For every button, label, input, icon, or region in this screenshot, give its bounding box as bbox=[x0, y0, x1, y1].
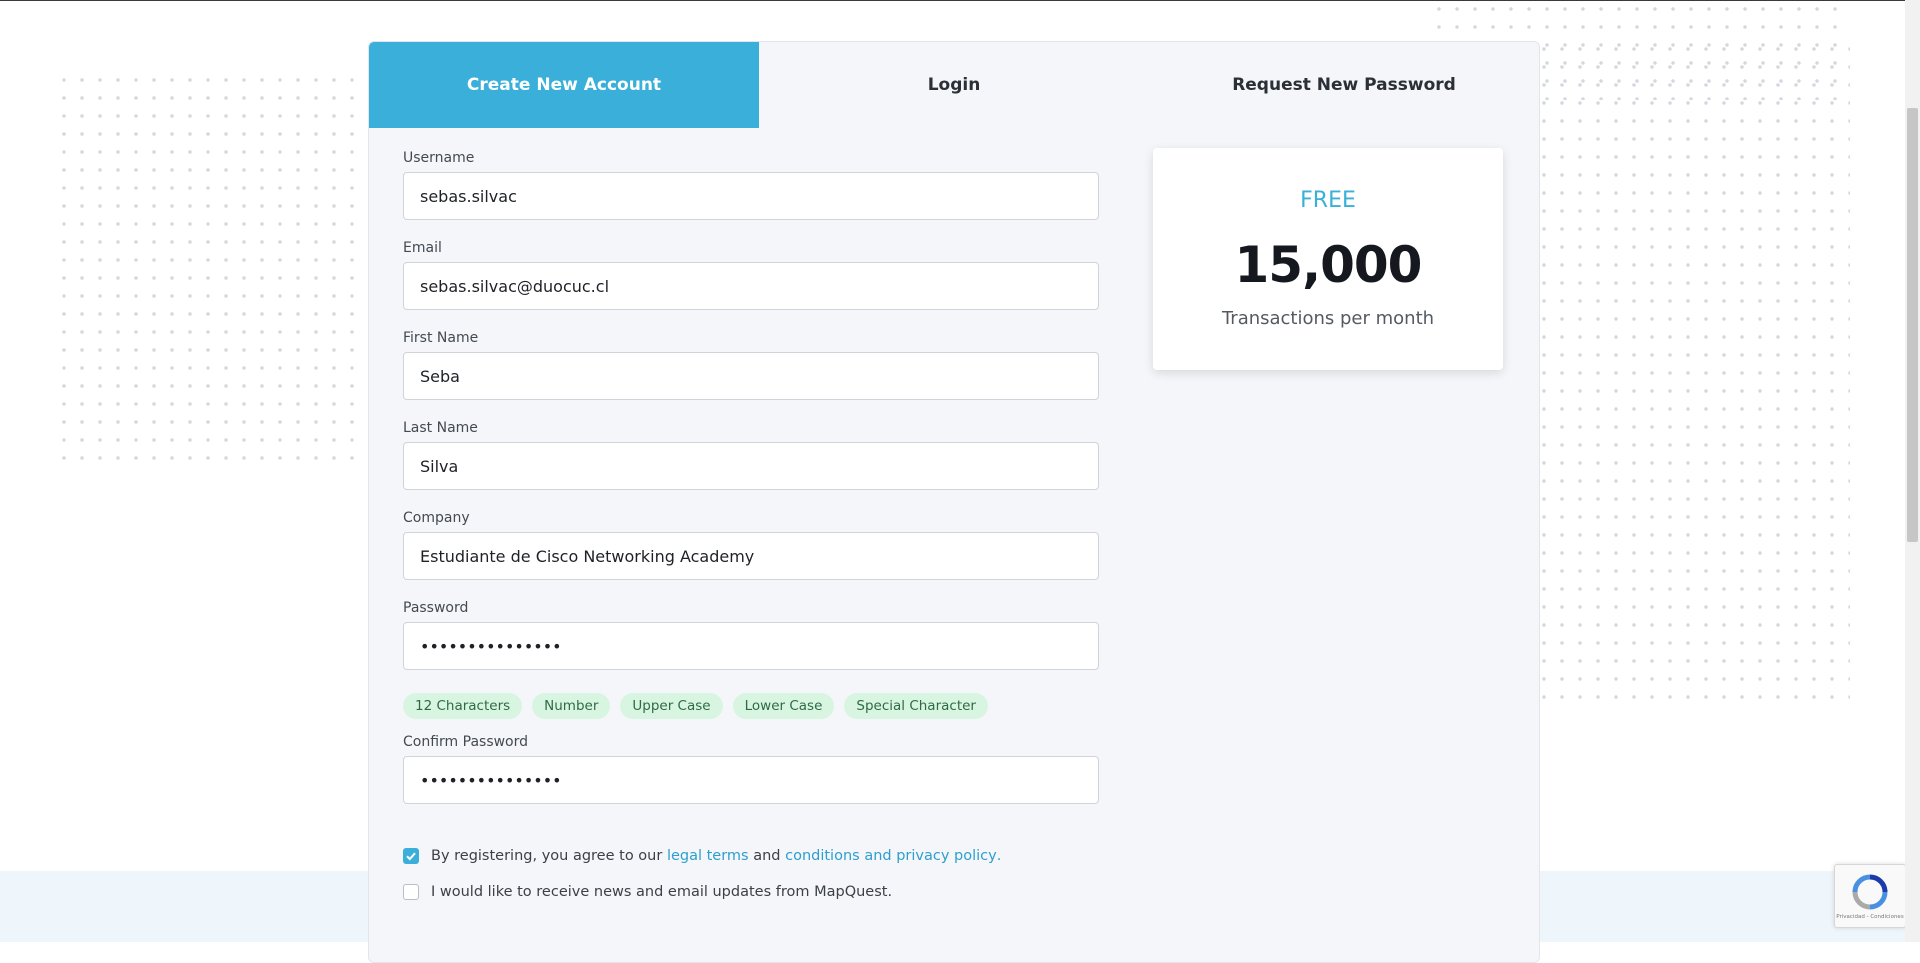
username-input[interactable] bbox=[403, 172, 1099, 220]
dot-pattern-right bbox=[1535, 40, 1850, 705]
tab-create-new-account[interactable]: Create New Account bbox=[369, 42, 759, 128]
first-name-label: First Name bbox=[403, 330, 479, 346]
company-input[interactable] bbox=[403, 532, 1099, 580]
newsletter-checkbox[interactable] bbox=[403, 884, 419, 900]
terms-checkbox[interactable] bbox=[403, 848, 419, 864]
checkmark-icon bbox=[406, 852, 416, 861]
recaptcha-badge[interactable]: Privacidad - Condiciones bbox=[1834, 864, 1906, 928]
company-label: Company bbox=[403, 510, 470, 526]
last-name-label: Last Name bbox=[403, 420, 478, 436]
confirm-password-label: Confirm Password bbox=[403, 734, 529, 750]
newsletter-row: I would like to receive news and email u… bbox=[403, 884, 892, 900]
first-name-input[interactable] bbox=[403, 352, 1099, 400]
account-tabs: Create New Account Login Request New Pas… bbox=[369, 42, 1539, 128]
legal-terms-link[interactable]: legal terms bbox=[667, 848, 749, 864]
terms-row: By registering, you agree to our legal t… bbox=[403, 848, 1001, 864]
recaptcha-icon bbox=[1852, 874, 1888, 910]
requirement-12-characters: 12 Characters bbox=[403, 693, 523, 719]
page-scrollbar[interactable] bbox=[1905, 0, 1920, 942]
password-label: Password bbox=[403, 600, 469, 616]
username-label: Username bbox=[403, 150, 475, 166]
confirm-password-input[interactable] bbox=[403, 756, 1099, 804]
requirement-number: Number bbox=[532, 693, 611, 719]
requirement-upper-case: Upper Case bbox=[620, 693, 723, 719]
terms-text: By registering, you agree to our bbox=[431, 848, 663, 864]
plan-card: FREE 15,000 Transactions per month bbox=[1153, 148, 1503, 370]
plan-amount: 15,000 bbox=[1234, 236, 1423, 294]
tab-request-new-password[interactable]: Request New Password bbox=[1149, 42, 1539, 128]
requirement-lower-case: Lower Case bbox=[732, 693, 835, 719]
recaptcha-footer[interactable]: Privacidad - Condiciones bbox=[1835, 914, 1905, 920]
plan-unit: Transactions per month bbox=[1221, 308, 1435, 329]
email-label: Email bbox=[403, 240, 442, 256]
registration-card: Create New Account Login Request New Pas… bbox=[368, 41, 1540, 963]
newsletter-text: I would like to receive news and email u… bbox=[431, 884, 893, 900]
scrollbar-thumb[interactable] bbox=[1907, 108, 1918, 542]
dot-pattern-left bbox=[55, 71, 370, 471]
requirement-special-character: Special Character bbox=[844, 693, 988, 719]
plan-name: FREE bbox=[1300, 188, 1356, 213]
terms-and-text: and bbox=[753, 848, 781, 864]
email-input[interactable] bbox=[403, 262, 1099, 310]
password-input[interactable] bbox=[403, 622, 1099, 670]
tab-login[interactable]: Login bbox=[759, 42, 1149, 128]
privacy-policy-link[interactable]: conditions and privacy policy bbox=[785, 848, 997, 864]
last-name-input[interactable] bbox=[403, 442, 1099, 490]
password-requirements: 12 Characters Number Upper Case Lower Ca… bbox=[403, 693, 988, 719]
terms-period: . bbox=[996, 848, 1002, 864]
